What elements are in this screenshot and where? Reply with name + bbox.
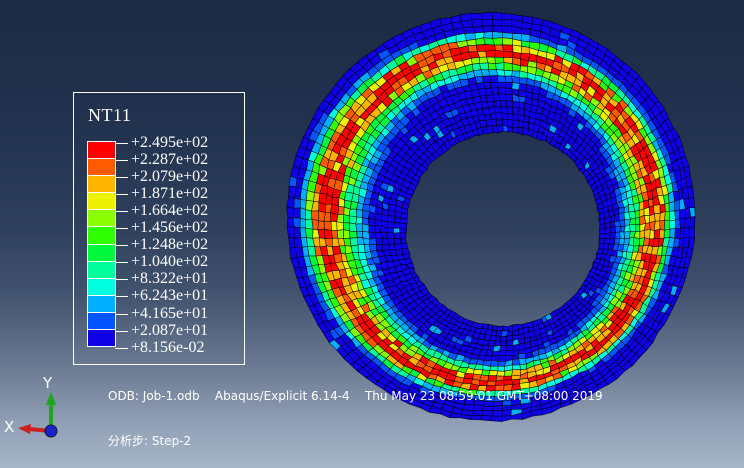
legend-value-label: +8.156e-02 [131,338,205,356]
legend-tick [115,296,128,298]
legend-tick [115,245,128,247]
state-block: 分析步: Step-2 Increment 910585: Step Time … [108,407,362,468]
legend-value-label: +2.287e+02 [131,150,209,168]
triad-y-label: Y [42,374,53,392]
legend-swatches [87,141,116,348]
legend-tick [115,176,128,178]
legend-value-label: +4.165e+01 [131,304,209,322]
legend-tick [115,159,128,161]
mesh-cells [286,11,696,422]
abaqus-viewport[interactable]: NT11 +2.495e+02 +2.287e+02 +2.079e+02 +1.87… [0,0,744,468]
legend-swatch [87,141,116,160]
legend-value-label: +1.248e+02 [131,236,209,254]
legend-swatch [87,209,116,228]
legend-value-label: +1.664e+02 [131,201,209,219]
legend-tick [115,279,128,281]
legend-tick [115,313,128,315]
legend-value-label: +1.040e+02 [131,253,209,271]
legend-value-label: +6.243e+01 [131,287,209,305]
legend-swatch [87,294,116,313]
legend-swatch [87,226,116,245]
legend-value-label: +2.495e+02 [131,133,209,151]
legend-swatch [87,158,116,177]
legend-value-label: +8.322e+01 [131,270,209,288]
legend-value-label: +1.871e+02 [131,184,209,202]
legend-swatch [87,260,116,279]
legend-value-label: +2.087e+01 [131,321,209,339]
legend-value-label: +1.456e+02 [131,219,209,236]
step-line: 分析步: Step-2 [108,433,192,448]
legend-swatch [87,329,116,348]
legend-tick [115,347,128,349]
legend-swatch [87,243,116,262]
legend-swatch [87,277,116,296]
view-triad: Y X [4,374,58,438]
legend-swatch [87,311,116,331]
legend-tick [115,228,128,229]
legend-tick [115,210,128,212]
legend-value-label: +2.079e+02 [131,167,209,185]
legend-tick [115,142,128,144]
legend-title: NT11 [88,105,132,125]
legend-tick [115,262,128,264]
odb-title-line: ODB: Job-1.odb Abaqus/Explicit 6.14-4 Th… [108,389,603,403]
triad-z-axis-icon [44,424,58,438]
contour-legend: NT11 +2.495e+02 +2.287e+02 +2.079e+02 +1.87… [73,92,245,365]
legend-swatch [87,192,116,211]
legend-tick [115,193,128,195]
legend-tick [115,330,128,332]
triad-x-label: X [4,418,14,436]
legend-swatch [87,175,116,194]
